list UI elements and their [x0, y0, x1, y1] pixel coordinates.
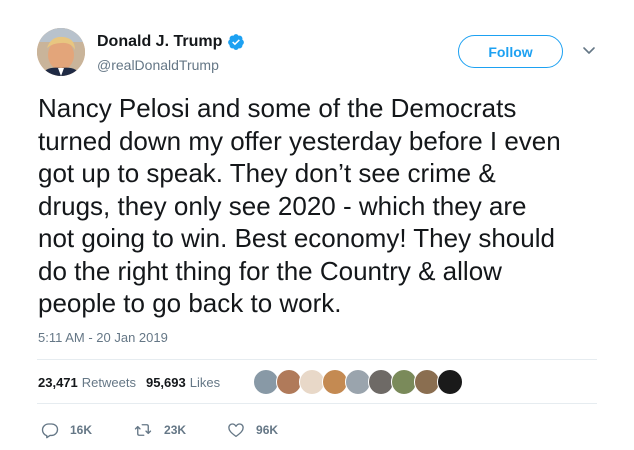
retweet-button[interactable]: 23K [132, 421, 186, 439]
heart-icon [228, 423, 244, 438]
tweet-actions: 16K 23K 96K [40, 421, 318, 439]
divider [37, 359, 597, 360]
likes-label: Likes [189, 375, 221, 390]
likes-count: 95,693 [145, 375, 186, 390]
tweet-text-line: Nancy Pelosi and some of the Democrats [38, 93, 517, 123]
reply-icon [41, 423, 59, 439]
engagement-stats: 23,471 Retweets 95,693 Likes [38, 375, 230, 390]
retweets-label: Retweets [81, 375, 136, 390]
follow-button[interactable]: Follow [458, 35, 563, 68]
timestamp[interactable]: 5:11 AM - 20 Jan 2019 [38, 330, 168, 345]
divider [37, 403, 597, 404]
tweet-text-line: turned down my offer yesterday before I … [38, 125, 561, 156]
tweet-text-line: do the right thing for the Country & all… [38, 255, 502, 286]
author-name-row: Donald J. Trump [97, 33, 245, 51]
tweet-text-line: people to go back to work. [38, 288, 342, 318]
tweet-text-line: got up to speak. They don’t see crime & [38, 158, 496, 188]
liker-avatars [253, 369, 463, 395]
handle[interactable]: @realDonaldTrump [97, 57, 219, 73]
tweet-text-line: drugs, they only see 2020 - which they a… [38, 190, 527, 221]
tweet-card: Donald J. Trump @realDonaldTrump Follow … [0, 0, 634, 450]
tweet-text: Nancy Pelosi and some of the Democrats t… [38, 92, 608, 320]
retweets-stat[interactable]: 23,471 Retweets [38, 375, 136, 390]
like-button[interactable]: 96K [226, 421, 278, 439]
like-action-count: 96K [256, 423, 279, 437]
liker-avatar[interactable] [437, 369, 463, 395]
tweet-text-line: not going to win. Best economy! They sho… [38, 223, 555, 253]
display-name[interactable]: Donald J. Trump [97, 33, 222, 51]
profile-photo-icon [37, 28, 85, 76]
reply-button[interactable]: 16K [40, 421, 92, 439]
chevron-down-icon[interactable] [582, 46, 596, 56]
reply-count: 16K [70, 423, 93, 437]
avatar[interactable] [37, 28, 85, 76]
retweet-action-count: 23K [164, 423, 187, 437]
retweets-count: 23,471 [38, 375, 78, 390]
retweet-icon [134, 424, 152, 436]
verified-badge-icon [228, 34, 245, 50]
likes-stat[interactable]: 95,693 Likes [146, 375, 220, 390]
